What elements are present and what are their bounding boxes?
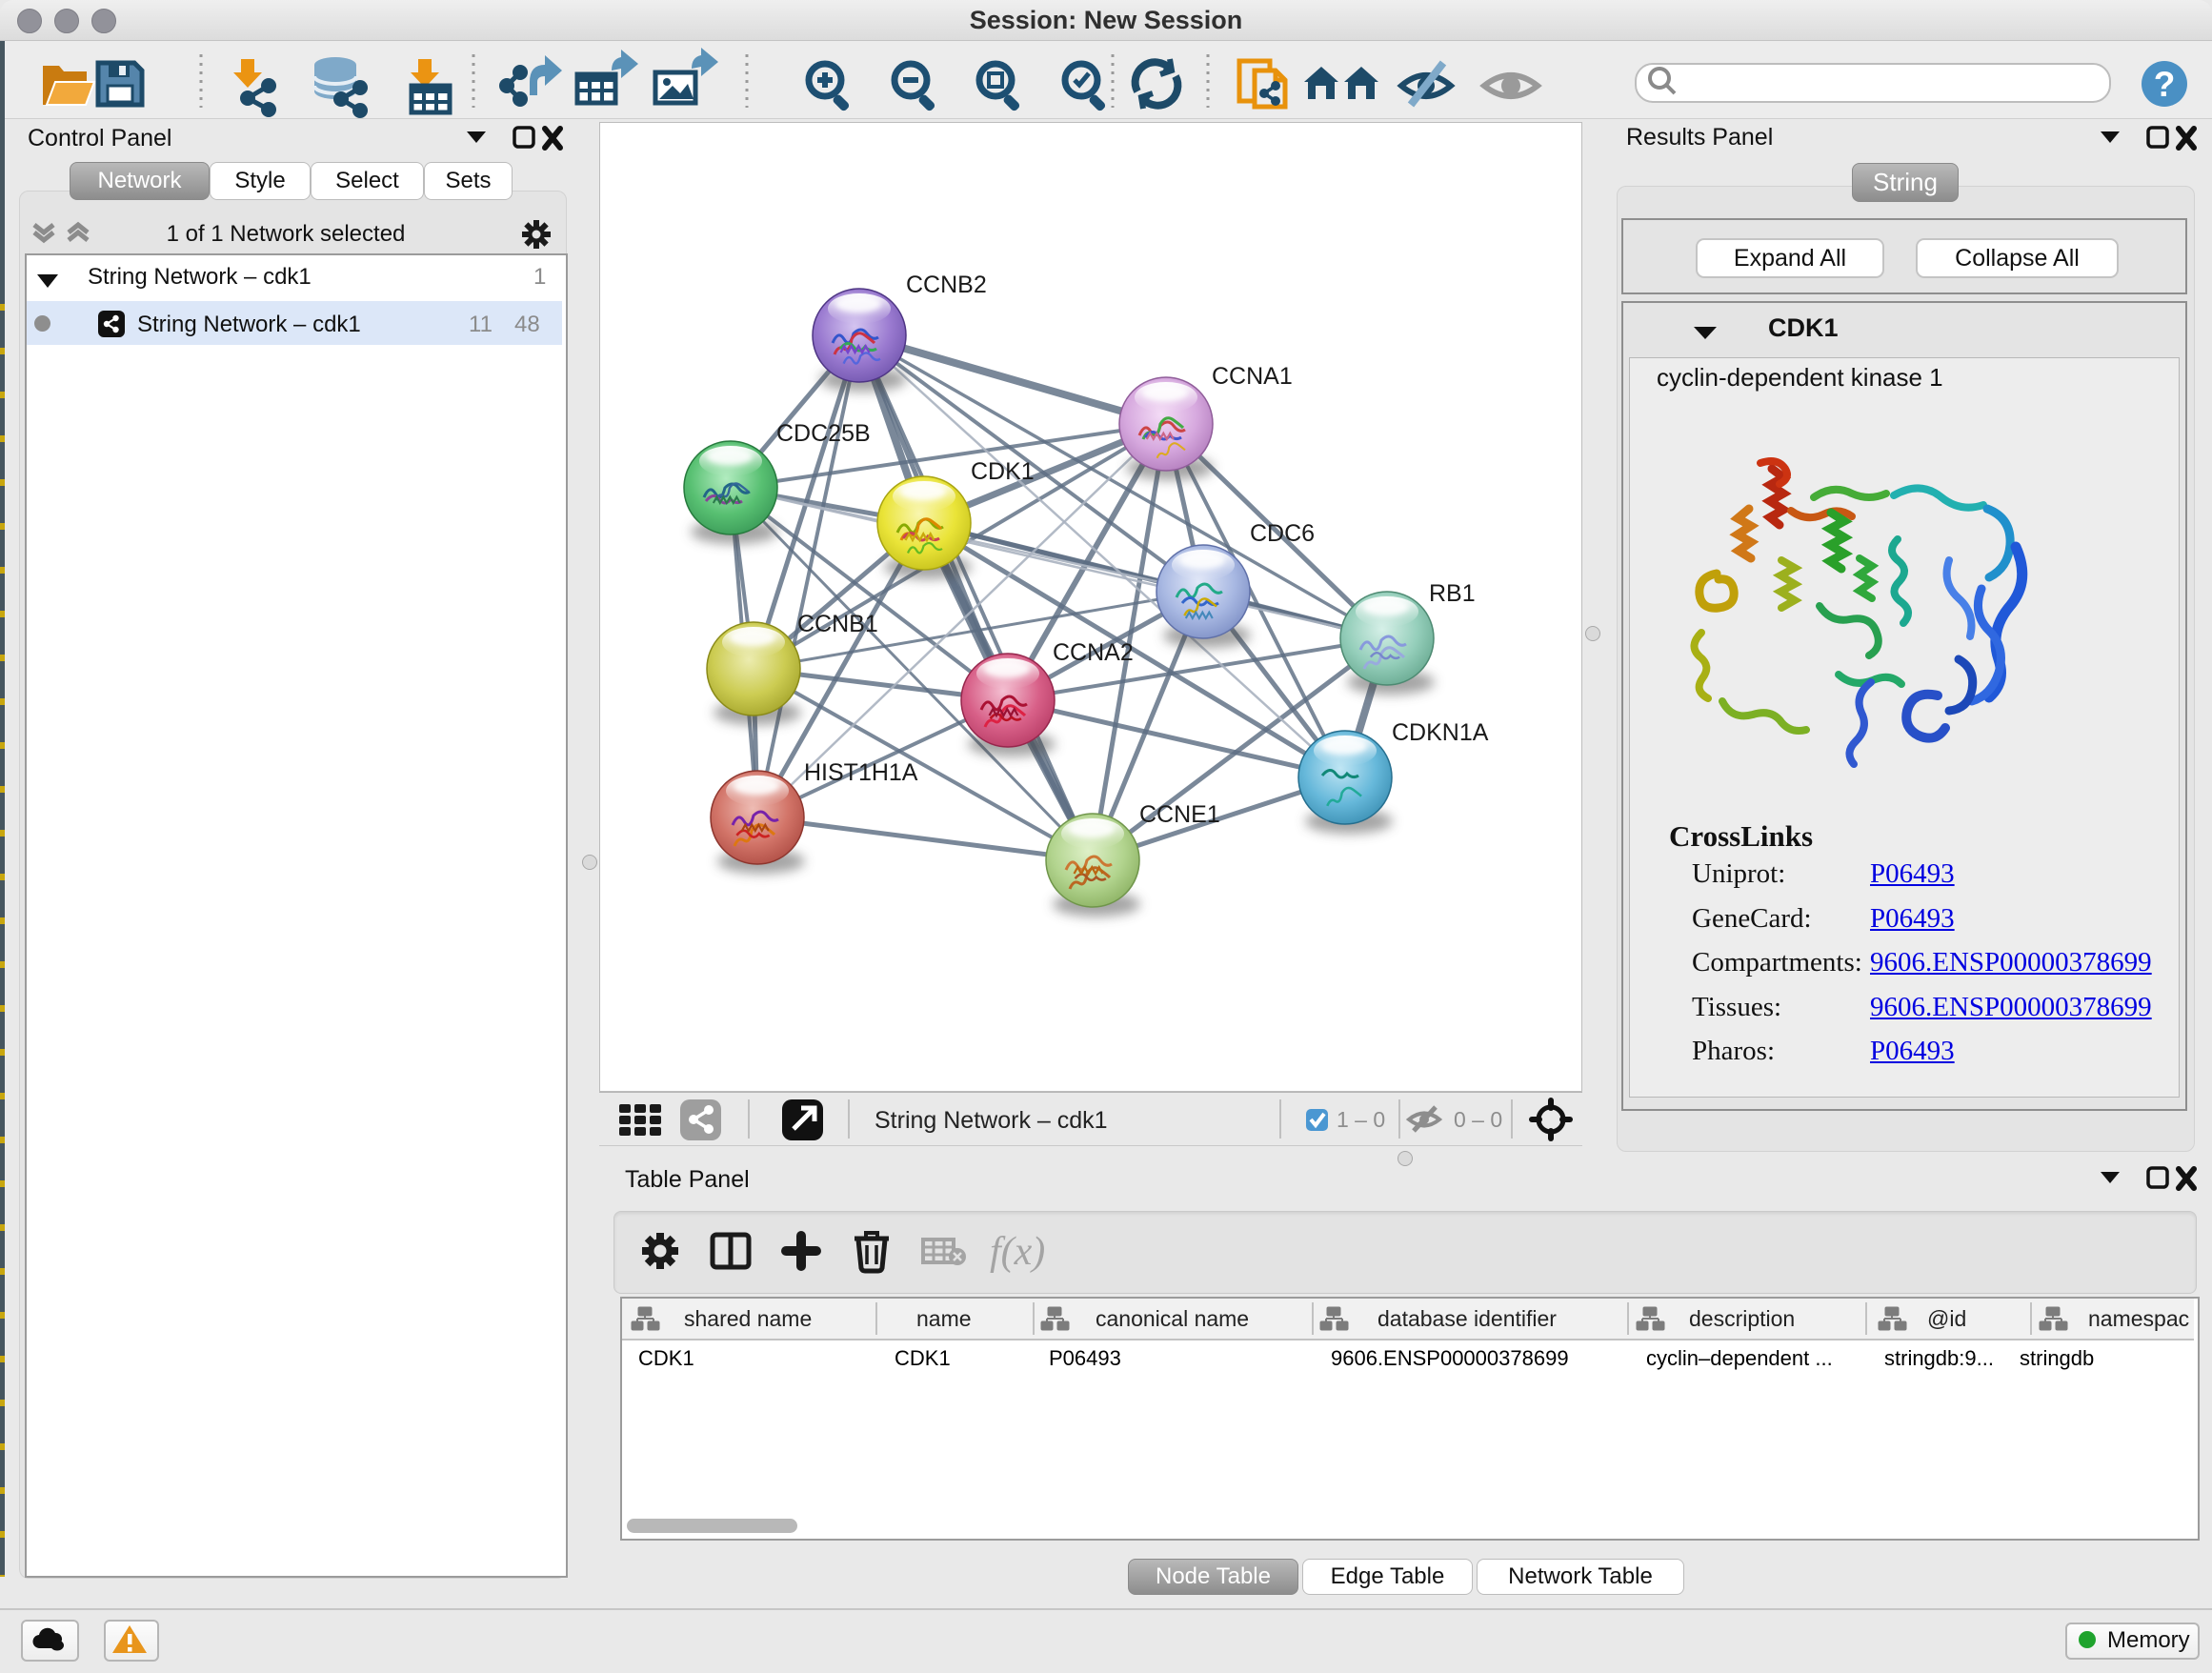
svg-text:canonical name: canonical name — [1096, 1306, 1249, 1331]
svg-text:@id: @id — [1927, 1306, 1966, 1331]
svg-text:CDC25B: CDC25B — [776, 420, 871, 447]
svg-text:1 – 0: 1 – 0 — [1337, 1107, 1385, 1132]
svg-text:0 – 0: 0 – 0 — [1454, 1107, 1502, 1132]
svg-text:?: ? — [2154, 65, 2176, 104]
svg-text:f(x): f(x) — [990, 1230, 1045, 1274]
svg-text:database identifier: database identifier — [1377, 1306, 1557, 1331]
svg-text:namespac: namespac — [2088, 1306, 2189, 1331]
svg-text:name: name — [916, 1306, 972, 1331]
svg-text:CCNA2: CCNA2 — [1053, 639, 1134, 666]
svg-text:CDKN1A: CDKN1A — [1392, 719, 1489, 746]
svg-text:CCNE1: CCNE1 — [1139, 801, 1220, 828]
svg-text:shared name: shared name — [684, 1306, 812, 1331]
svg-text:RB1: RB1 — [1429, 580, 1476, 607]
svg-text:CCNA1: CCNA1 — [1212, 363, 1293, 390]
svg-text:CDK1: CDK1 — [971, 458, 1035, 485]
svg-text:CCNB2: CCNB2 — [906, 272, 987, 298]
svg-text:CDC6: CDC6 — [1250, 520, 1315, 547]
svg-text:HIST1H1A: HIST1H1A — [804, 759, 918, 786]
svg-text:CCNB1: CCNB1 — [797, 611, 878, 637]
svg-text:description: description — [1689, 1306, 1795, 1331]
svg-text:String Network – cdk1: String Network – cdk1 — [875, 1107, 1108, 1134]
